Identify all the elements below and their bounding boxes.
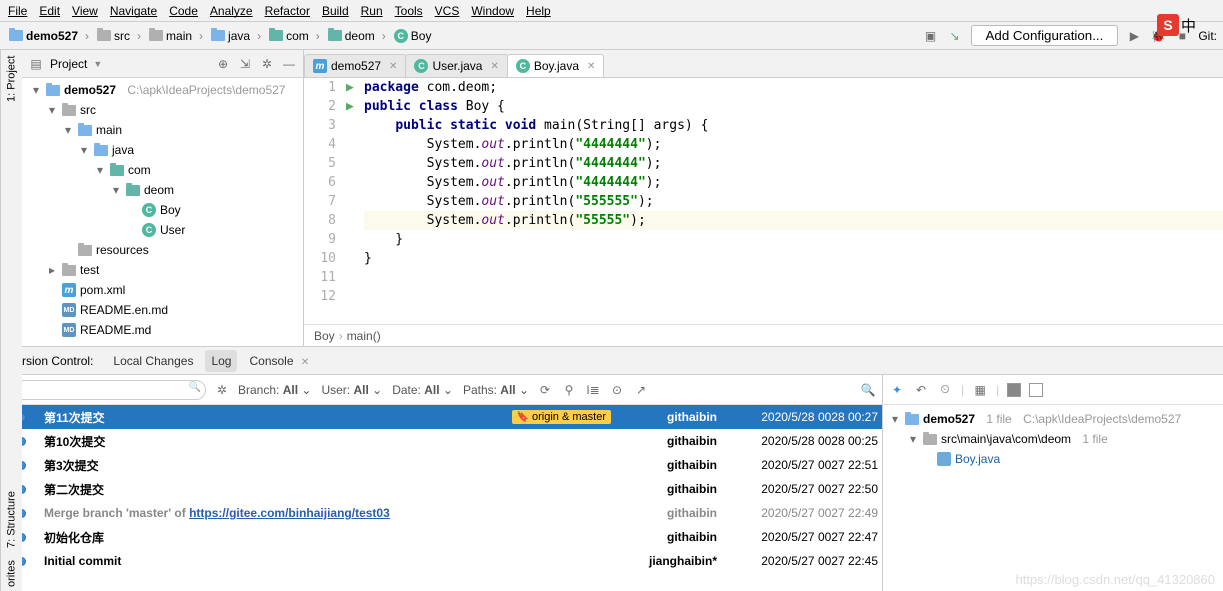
tree-resources[interactable]: resources: [22, 240, 303, 260]
commit-details: ✦ ↶ ⏲ | ▦ | ▾ demo527 1 file C:\apk\Idea…: [883, 375, 1223, 591]
breadcrumb-src[interactable]: src: [94, 28, 146, 44]
add-configuration-button[interactable]: Add Configuration...: [971, 25, 1119, 46]
tree-demo527[interactable]: ▾ demo527 C:\apk\IdeaProjects\demo527: [22, 80, 303, 100]
breadcrumb-deom[interactable]: deom: [325, 28, 391, 44]
close-icon[interactable]: ✕: [490, 61, 498, 72]
editor-breadcrumb: Boy › main(): [304, 324, 1223, 346]
target-icon[interactable]: ▣: [923, 28, 939, 44]
gear-icon[interactable]: ✲: [259, 56, 275, 72]
left-tool-rail[interactable]: 1: Project: [0, 50, 22, 346]
commit-row[interactable]: 第3次提交 githaibin 2020/5/27 0027 22:51: [0, 453, 882, 477]
menu-bar: File Edit View Navigate Code Analyze Refactor B…: [0, 0, 1223, 22]
menu-navigate[interactable]: Navigate: [110, 4, 157, 18]
commit-row[interactable]: 第10次提交 githaibin 2020/5/28 0028 00:25: [0, 429, 882, 453]
ime-badge: S中: [1157, 14, 1221, 36]
code-editor[interactable]: 123456789101112 ▶▶ package com.deom;publ…: [304, 78, 1223, 324]
menu-file[interactable]: File: [8, 4, 27, 18]
filter-Branch[interactable]: Branch: All ⌄: [238, 383, 311, 397]
hammer-build-icon[interactable]: ↘: [947, 28, 963, 44]
breadcrumb-main[interactable]: main: [146, 28, 208, 44]
menu-run[interactable]: Run: [361, 4, 383, 18]
tree-README.en.md[interactable]: MD README.en.md: [22, 300, 303, 320]
menu-help[interactable]: Help: [526, 4, 551, 18]
menu-tools[interactable]: Tools: [395, 4, 423, 18]
vc-tab-Log[interactable]: Log: [205, 350, 237, 372]
commit-row[interactable]: Initial commit jianghaibin* 2020/5/27 00…: [0, 549, 882, 573]
tree-pom.xml[interactable]: m pom.xml: [22, 280, 303, 300]
left-bottom-rail[interactable]: orites 7: Structure: [0, 346, 22, 591]
run-icon[interactable]: ▶: [1126, 28, 1142, 44]
changed-file[interactable]: Boy.java: [889, 449, 1217, 469]
filter-Paths[interactable]: Paths: All ⌄: [463, 383, 529, 397]
tree-main[interactable]: ▾ main: [22, 120, 303, 140]
breadcrumb-Boy[interactable]: CBoy: [391, 28, 435, 44]
breadcrumb-java[interactable]: java: [208, 28, 266, 44]
tree-Boy[interactable]: C Boy: [22, 200, 303, 220]
tree-src[interactable]: ▾ src: [22, 100, 303, 120]
project-view-icon[interactable]: ▤: [28, 56, 44, 72]
watermark: https://blog.csdn.net/qq_41320860: [1016, 572, 1216, 587]
collapse-all-icon[interactable]: ⇲: [237, 56, 253, 72]
tree-com[interactable]: ▾ com: [22, 160, 303, 180]
editor-area: mdemo527✕CUser.java✕CBoy.java✕ 123456789…: [304, 50, 1223, 346]
tree-User[interactable]: C User: [22, 220, 303, 240]
filter-Date[interactable]: Date: All ⌄: [392, 383, 453, 397]
menu-window[interactable]: Window: [471, 4, 514, 18]
menu-vcs[interactable]: VCS: [435, 4, 460, 18]
filter-User[interactable]: User: All ⌄: [321, 383, 382, 397]
menu-code[interactable]: Code: [169, 4, 198, 18]
view-mode-2-icon[interactable]: [1029, 383, 1043, 397]
commit-row[interactable]: Merge branch 'master' of https://gitee.c…: [0, 501, 882, 525]
hide-icon[interactable]: —: [281, 56, 297, 72]
commit-row[interactable]: 第二次提交 githaibin 2020/5/27 0027 22:50: [0, 477, 882, 501]
menu-refactor[interactable]: Refactor: [265, 4, 310, 18]
log-search-input[interactable]: [6, 380, 206, 400]
open-new-tab-icon[interactable]: ↗: [633, 382, 649, 398]
version-control-panel: Version Control: Local ChangesLogConsole…: [0, 346, 1223, 591]
log-toolbar: ✲ Branch: All ⌄ User: All ⌄ Date: All ⌄ Pat…: [0, 375, 882, 405]
tree-README.md[interactable]: MD README.md: [22, 320, 303, 340]
intellisort-icon[interactable]: I≣: [585, 382, 601, 398]
commit-row[interactable]: 初始化仓库 githaibin 2020/5/27 0027 22:47: [0, 525, 882, 549]
tree-java[interactable]: ▾ java: [22, 140, 303, 160]
close-icon[interactable]: ✕: [389, 61, 397, 72]
tab-Boy.java[interactable]: CBoy.java✕: [507, 54, 605, 77]
menu-analyze[interactable]: Analyze: [210, 4, 253, 18]
menu-view[interactable]: View: [72, 4, 98, 18]
tab-User.java[interactable]: CUser.java✕: [405, 54, 507, 77]
scroll-from-source-icon[interactable]: ⊕: [215, 56, 231, 72]
view-mode-1-icon[interactable]: [1007, 383, 1021, 397]
eye-icon[interactable]: ⊙: [609, 382, 625, 398]
search-icon[interactable]: 🔍: [860, 382, 876, 398]
gear-icon[interactable]: ✲: [214, 382, 230, 398]
project-title: Project: [50, 57, 87, 71]
breadcrumb-demo527[interactable]: demo527: [6, 28, 94, 44]
project-panel: ▤ Project ▼ ⊕ ⇲ ✲ — ▾ demo527 C:\apk\Ide…: [22, 50, 304, 346]
nav-bar: demo527srcmainjavacomdeomCBoy ▣ ↘ Add Co…: [0, 22, 1223, 50]
menu-build[interactable]: Build: [322, 4, 349, 18]
changed-path[interactable]: ▾ src\main\java\com\deom 1 file: [889, 429, 1217, 449]
menu-edit[interactable]: Edit: [39, 4, 60, 18]
tree-test[interactable]: ▸ test: [22, 260, 303, 280]
refresh-icon[interactable]: ⟳: [537, 382, 553, 398]
cherry-pick-icon[interactable]: ⚲: [561, 382, 577, 398]
changed-root[interactable]: ▾ demo527 1 file C:\apk\IdeaProjects\dem…: [889, 409, 1217, 429]
project-tree: ▾ demo527 C:\apk\IdeaProjects\demo527 ▾ …: [22, 78, 303, 346]
tree-deom[interactable]: ▾ deom: [22, 180, 303, 200]
group-icon[interactable]: ▦: [972, 382, 988, 398]
editor-tabs: mdemo527✕CUser.java✕CBoy.java✕: [304, 50, 1223, 78]
breadcrumb-com[interactable]: com: [266, 28, 325, 44]
history-icon[interactable]: ⏲: [937, 382, 953, 398]
tab-demo527[interactable]: mdemo527✕: [304, 54, 406, 77]
commit-row[interactable]: 第11次提交 origin & master githaibin 2020/5/…: [0, 405, 882, 429]
vc-tab-Local Changes[interactable]: Local Changes: [107, 350, 199, 372]
close-icon[interactable]: ✕: [587, 61, 595, 72]
breadcrumbs: demo527srcmainjavacomdeomCBoy: [6, 28, 434, 44]
vc-tab-Console[interactable]: Console ✕: [243, 350, 315, 372]
pin-icon[interactable]: ✦: [889, 382, 905, 398]
back-icon[interactable]: ↶: [913, 382, 929, 398]
commit-list[interactable]: 第11次提交 origin & master githaibin 2020/5/…: [0, 405, 882, 591]
